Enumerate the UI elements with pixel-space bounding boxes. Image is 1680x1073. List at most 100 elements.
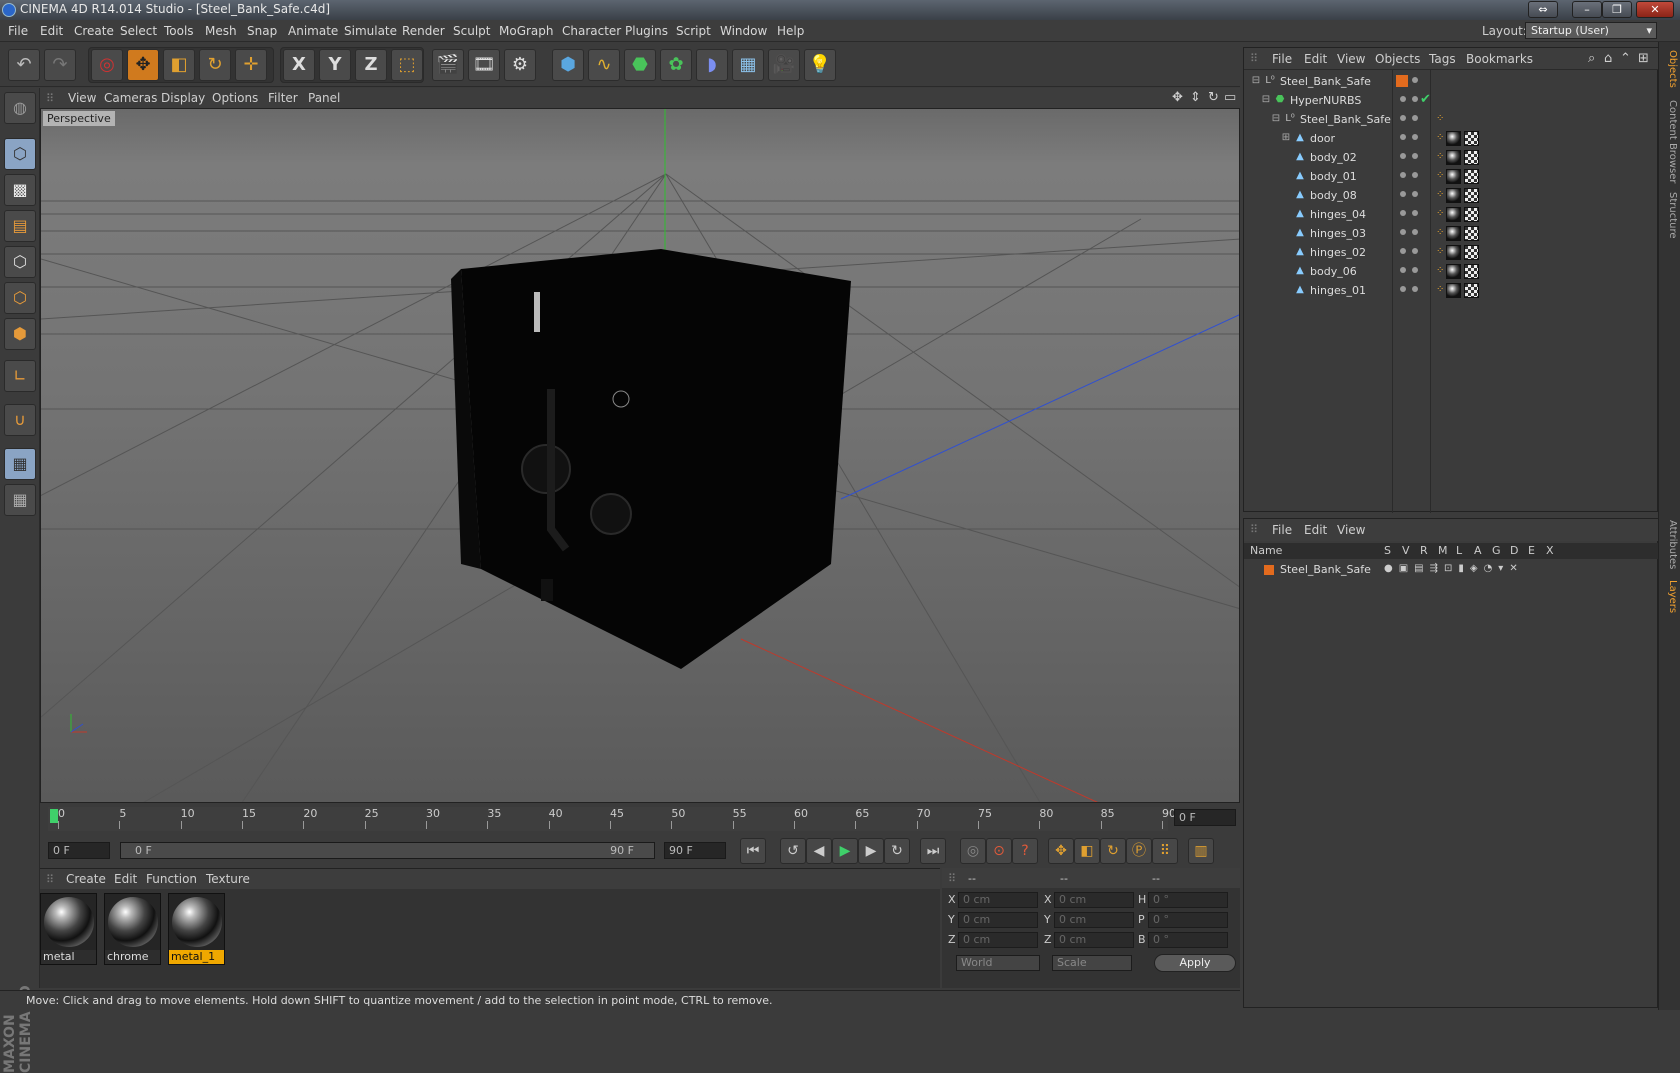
maximize-button[interactable]: ❐ (1602, 1, 1632, 18)
next-key-icon[interactable]: ↻ (884, 838, 910, 864)
current-frame-field[interactable]: 0 F (1174, 809, 1236, 826)
render-view-icon[interactable]: 🎬 (432, 49, 464, 81)
material-tag-icon[interactable] (1446, 283, 1461, 298)
layer-menu-edit[interactable]: Edit (1304, 523, 1327, 537)
material-tag-icon[interactable] (1446, 131, 1461, 146)
workplane-icon[interactable]: ▤ (4, 210, 36, 242)
visibility-dot[interactable] (1412, 191, 1418, 197)
texture-tag-icon[interactable] (1464, 226, 1479, 241)
planar-workplane-icon[interactable]: ▦ (4, 484, 36, 516)
tab-structure[interactable]: Structure (1662, 192, 1678, 239)
texture-tag-icon[interactable] (1464, 207, 1479, 222)
visibility-dot[interactable] (1412, 77, 1418, 83)
rotation-b-field[interactable]: 0 ° (1148, 932, 1228, 948)
viewport-menu-view[interactable]: View (68, 91, 96, 105)
texture-mode-icon[interactable]: ▩ (4, 174, 36, 206)
edit-render-settings-icon[interactable]: ⚙ (504, 49, 536, 81)
menu-plugins[interactable]: Plugins (625, 24, 668, 38)
material-tag-icon[interactable] (1446, 188, 1461, 203)
layer-flags-icons[interactable]: ●▣▤⇶⊡▮◈◔▾✕ (1384, 563, 1524, 574)
pan-view-icon[interactable]: ✥ (1172, 90, 1183, 105)
search-icon[interactable]: ⌕ (1588, 51, 1595, 66)
nurbs-icon[interactable]: ⬣ (624, 49, 656, 81)
visibility-dot[interactable] (1412, 248, 1418, 254)
tag-icon[interactable]: ⁘ (1436, 151, 1444, 162)
material-swatch[interactable]: metal_1 (168, 893, 225, 965)
rotate-view-icon[interactable]: ↻ (1208, 90, 1219, 105)
edges-mode-icon[interactable]: ⬡ (4, 282, 36, 314)
recent-tool-icon[interactable]: ✛ (235, 49, 267, 81)
visibility-dot[interactable] (1400, 229, 1406, 235)
visibility-dot[interactable] (1400, 191, 1406, 197)
tag-icon[interactable]: ⁘ (1436, 227, 1444, 238)
visibility-dot[interactable] (1412, 153, 1418, 159)
x-axis-lock-button[interactable]: X (283, 49, 315, 81)
material-menu-function[interactable]: Function (146, 872, 197, 886)
axis-mode-icon[interactable]: ∟ (4, 360, 36, 392)
position-x-field[interactable]: 0 cm (958, 892, 1038, 908)
tag-icon[interactable]: ⁘ (1436, 132, 1444, 143)
visibility-dot[interactable] (1400, 172, 1406, 178)
y-axis-lock-button[interactable]: Y (319, 49, 351, 81)
key-pla-icon[interactable]: ⠿ (1152, 838, 1178, 864)
up-icon[interactable]: ⌃ (1620, 51, 1631, 66)
apply-button[interactable]: Apply (1154, 954, 1236, 972)
visibility-dot[interactable] (1400, 134, 1406, 140)
visibility-dot[interactable] (1412, 172, 1418, 178)
menu-snap[interactable]: Snap (247, 24, 277, 38)
object-menu-view[interactable]: View (1337, 52, 1365, 66)
array-icon[interactable]: ✿ (660, 49, 692, 81)
viewport-menu-filter[interactable]: Filter (268, 91, 298, 105)
lock-workplane-icon[interactable]: ▦ (4, 448, 36, 480)
key-rotation-icon[interactable]: ↻ (1100, 838, 1126, 864)
object-row[interactable]: ▲ hinges_04 ⁘ (1244, 205, 1659, 224)
menu-mesh[interactable]: Mesh (205, 24, 237, 38)
enabled-check-icon[interactable]: ✔ (1420, 92, 1431, 107)
material-tag-icon[interactable] (1446, 207, 1461, 222)
object-row[interactable]: ▲ body_08 ⁘ (1244, 186, 1659, 205)
visibility-dot[interactable] (1400, 115, 1406, 121)
toggle-view-icon[interactable]: ▭ (1224, 90, 1236, 105)
tag-icon[interactable]: ⁘ (1436, 189, 1444, 200)
layer-color-swatch[interactable] (1396, 75, 1408, 87)
size-x-field[interactable]: 0 cm (1054, 892, 1134, 908)
snap-magnet-icon[interactable]: ∪ (4, 404, 36, 436)
layer-menu-file[interactable]: File (1272, 523, 1292, 537)
polygons-mode-icon[interactable]: ⬢ (4, 318, 36, 350)
menu-character[interactable]: Character (562, 24, 621, 38)
tab-objects[interactable]: Objects (1662, 50, 1678, 88)
material-menu-texture[interactable]: Texture (206, 872, 250, 886)
visibility-dot[interactable] (1412, 96, 1418, 102)
object-row[interactable]: ▲ hinges_01 ⁘ (1244, 281, 1659, 300)
home-icon[interactable]: ⌂ (1604, 51, 1612, 66)
render-picture-viewer-icon[interactable]: 🎞 (468, 49, 500, 81)
menu-render[interactable]: Render (402, 24, 445, 38)
tab-layers[interactable]: Layers (1662, 580, 1678, 613)
menu-script[interactable]: Script (676, 24, 711, 38)
rotate-tool-icon[interactable]: ↻ (199, 49, 231, 81)
light-icon[interactable]: 💡 (804, 49, 836, 81)
menu-select[interactable]: Select (120, 24, 157, 38)
material-menu-edit[interactable]: Edit (114, 872, 137, 886)
camera-icon[interactable]: 🎥 (768, 49, 800, 81)
close-button[interactable]: ✕ (1636, 1, 1674, 18)
menu-mograph[interactable]: MoGraph (499, 24, 554, 38)
keyframe-selection-icon[interactable]: ? (1012, 838, 1038, 864)
size-mode-select[interactable]: Scale (1052, 955, 1132, 971)
object-row[interactable]: ▲ hinges_03 ⁘ (1244, 224, 1659, 243)
material-tag-icon[interactable] (1446, 226, 1461, 241)
tab-attributes[interactable]: Attributes (1662, 520, 1678, 569)
object-row[interactable]: ⊟ L⁰ Steel_Bank_Safe ⁘ (1244, 110, 1659, 129)
object-row[interactable]: ▲ body_02 ⁘ (1244, 148, 1659, 167)
texture-tag-icon[interactable] (1464, 169, 1479, 184)
object-menu-file[interactable]: File (1272, 52, 1292, 66)
move-tool-icon[interactable]: ✥ (127, 49, 159, 81)
viewport-menu-panel[interactable]: Panel (308, 91, 340, 105)
autokey-icon[interactable]: ⊙ (986, 838, 1012, 864)
key-parameter-icon[interactable]: Ⓟ (1126, 838, 1152, 864)
menu-animate[interactable]: Animate (288, 24, 338, 38)
collapse-icon[interactable]: ⊟ (1260, 94, 1272, 106)
texture-tag-icon[interactable] (1464, 264, 1479, 279)
texture-tag-icon[interactable] (1464, 150, 1479, 165)
start-frame-field[interactable]: 0 F (48, 842, 110, 859)
